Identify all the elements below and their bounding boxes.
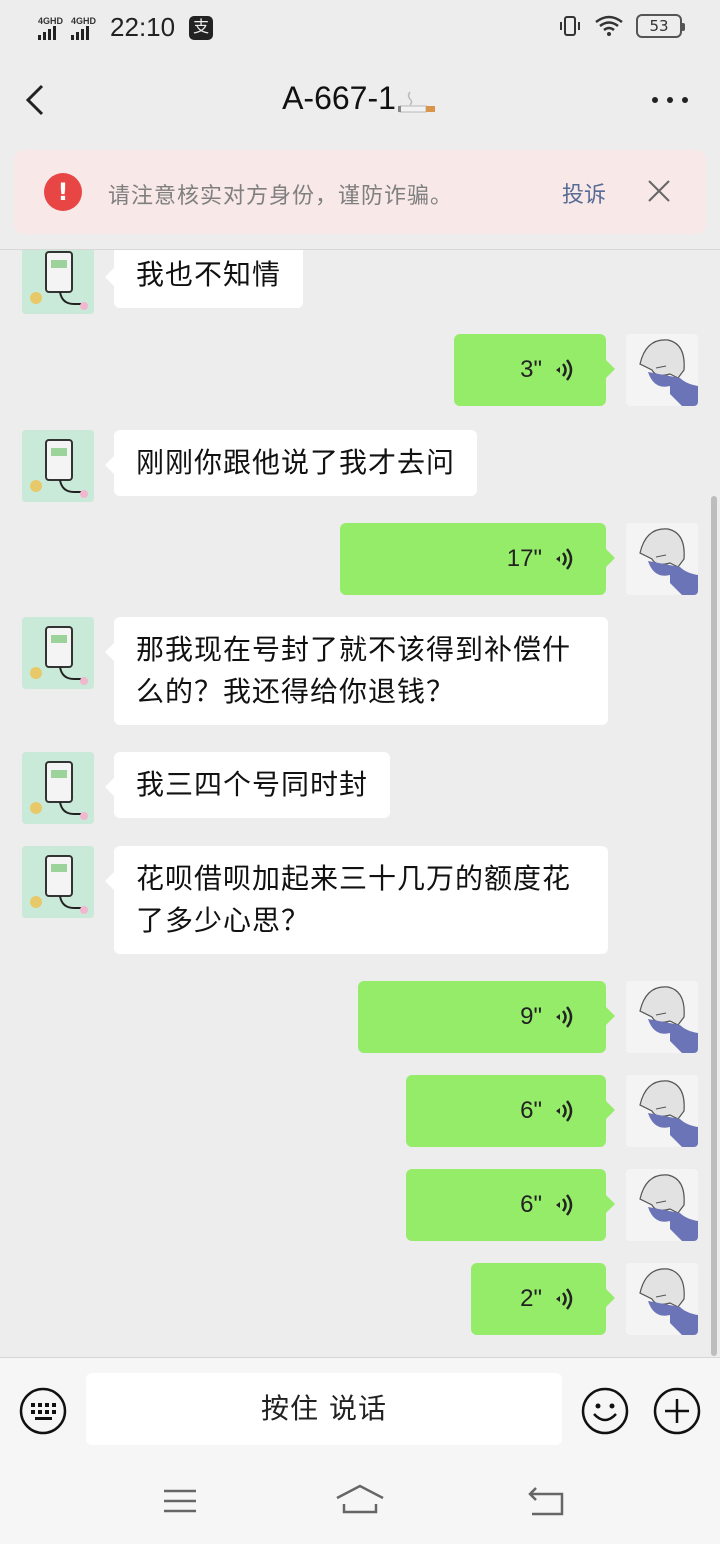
message-incoming: 刚刚你跟他说了我才去问 bbox=[0, 430, 720, 502]
message-bubble-text[interactable]: 那我现在号封了就不该得到补偿什 么的？我还得给你退钱？ bbox=[105, 617, 608, 725]
close-icon[interactable] bbox=[646, 178, 672, 204]
status-left: 4GHD 4GHD 22:10 支 bbox=[38, 12, 214, 43]
contact-avatar[interactable] bbox=[22, 752, 94, 824]
phone-sticker-icon bbox=[22, 617, 94, 689]
voice-message-bubble[interactable]: 3" bbox=[454, 334, 615, 406]
voice-wave-icon bbox=[556, 1288, 573, 1310]
my-avatar[interactable] bbox=[626, 981, 698, 1053]
my-avatar[interactable] bbox=[626, 1169, 698, 1241]
cigarette-icon bbox=[397, 91, 435, 112]
voice-wave-icon bbox=[556, 1100, 573, 1122]
anime-avatar-icon bbox=[626, 523, 698, 595]
message-line: 了多少心思？ bbox=[136, 904, 311, 937]
voice-duration: 3" bbox=[520, 356, 542, 383]
message-line: 那我现在号封了就不该得到补偿什 bbox=[136, 633, 572, 666]
warning-text: 请注意核实对方身份，谨防诈骗。 bbox=[108, 184, 454, 209]
phone-sticker-icon bbox=[22, 430, 94, 502]
my-avatar[interactable] bbox=[626, 334, 698, 406]
message-bubble-text[interactable]: 我三四个号同时封 bbox=[104, 752, 391, 818]
signal-1-icon: 4GHD bbox=[38, 16, 63, 40]
message-outgoing: 6" bbox=[0, 1075, 720, 1147]
message-outgoing: 3" bbox=[0, 334, 720, 406]
anime-avatar-icon bbox=[626, 1169, 698, 1241]
voice-duration: 9" bbox=[520, 1003, 542, 1030]
message-line: 花呗借呗加起来三十几万的额度花 bbox=[136, 862, 572, 895]
message-outgoing: 9" bbox=[0, 981, 720, 1053]
my-avatar[interactable] bbox=[626, 1075, 698, 1147]
phone-sticker-icon bbox=[22, 250, 94, 314]
signal-2-label: 4GHD bbox=[71, 15, 97, 26]
message-outgoing: 2" bbox=[0, 1263, 720, 1335]
back-icon[interactable] bbox=[526, 1484, 566, 1518]
message-bubble-text[interactable]: 刚刚你跟他说了我才去问 bbox=[104, 430, 478, 496]
status-bar: 4GHD 4GHD 22:10 支 53 bbox=[0, 0, 720, 58]
voice-message-bubble[interactable]: 9" bbox=[358, 981, 615, 1053]
voice-message-bubble[interactable]: 17" bbox=[340, 523, 615, 595]
keyboard-icon[interactable] bbox=[18, 1386, 68, 1436]
emoji-icon[interactable] bbox=[580, 1386, 630, 1436]
anime-avatar-icon bbox=[626, 981, 698, 1053]
phone-sticker-icon bbox=[22, 752, 94, 824]
status-time: 22:10 bbox=[110, 12, 176, 42]
message-outgoing: 6" bbox=[0, 1169, 720, 1241]
chat-title: A-667-1 bbox=[0, 80, 720, 117]
voice-duration: 2" bbox=[520, 1285, 542, 1312]
voice-duration: 6" bbox=[520, 1097, 542, 1124]
voice-wave-icon bbox=[556, 548, 573, 570]
signal-1-label: 4GHD bbox=[38, 15, 64, 26]
voice-duration: 17" bbox=[506, 545, 542, 572]
contact-avatar[interactable] bbox=[22, 846, 94, 918]
chat-title-text: A-667-1 bbox=[282, 80, 396, 116]
message-list[interactable]: 我也不知情 3" 刚刚你跟他说了我才去问 17" 那我现在号封了就不该得到补偿什… bbox=[0, 250, 720, 1357]
voice-wave-icon bbox=[556, 1194, 573, 1216]
battery-icon: 53 bbox=[636, 14, 685, 38]
voice-message-bubble[interactable]: 6" bbox=[406, 1169, 615, 1241]
signal-2-icon: 4GHD bbox=[71, 16, 96, 40]
hold-to-talk-button[interactable]: 按住 说话 bbox=[86, 1373, 562, 1445]
message-outgoing: 17" bbox=[0, 523, 720, 595]
message-incoming: 我也不知情 bbox=[0, 250, 720, 314]
vibrate-icon bbox=[560, 16, 580, 36]
anime-avatar-icon bbox=[626, 334, 698, 406]
plus-icon[interactable] bbox=[652, 1386, 702, 1436]
menu-icon[interactable] bbox=[162, 1486, 198, 1516]
voice-wave-icon bbox=[556, 1006, 573, 1028]
contact-avatar[interactable] bbox=[22, 430, 94, 502]
wifi-icon bbox=[595, 15, 623, 36]
scrollbar[interactable] bbox=[711, 496, 717, 1356]
input-bar: 按住 说话 bbox=[0, 1357, 720, 1462]
alipay-icon: 支 bbox=[189, 15, 214, 40]
my-avatar[interactable] bbox=[626, 1263, 698, 1335]
my-avatar[interactable] bbox=[626, 523, 698, 595]
nav-bar: A-667-1 bbox=[0, 58, 720, 144]
voice-wave-icon bbox=[556, 359, 573, 381]
system-navigation-bar bbox=[0, 1462, 720, 1544]
contact-avatar[interactable] bbox=[22, 617, 94, 689]
message-incoming: 我三四个号同时封 bbox=[0, 752, 720, 824]
fraud-warning-banner: ! 请注意核实对方身份，谨防诈骗。 投诉 bbox=[14, 150, 706, 234]
phone-sticker-icon bbox=[22, 846, 94, 918]
message-incoming: 那我现在号封了就不该得到补偿什 么的？我还得给你退钱？ bbox=[0, 617, 720, 729]
voice-message-bubble[interactable]: 2" bbox=[471, 1263, 615, 1335]
message-line: 么的？我还得给你退钱？ bbox=[136, 675, 456, 708]
contact-avatar[interactable] bbox=[22, 250, 94, 314]
voice-duration: 6" bbox=[520, 1191, 542, 1218]
more-dots-icon[interactable] bbox=[650, 94, 690, 106]
anime-avatar-icon bbox=[626, 1263, 698, 1335]
warning-icon: ! bbox=[44, 173, 82, 211]
home-icon[interactable] bbox=[334, 1482, 386, 1520]
anime-avatar-icon bbox=[626, 1075, 698, 1147]
message-incoming: 花呗借呗加起来三十几万的额度花 了多少心思？ bbox=[0, 846, 720, 958]
status-right: 53 bbox=[558, 14, 685, 38]
voice-message-bubble[interactable]: 6" bbox=[406, 1075, 615, 1147]
message-bubble-text[interactable]: 我也不知情 bbox=[104, 250, 304, 308]
message-bubble-text[interactable]: 花呗借呗加起来三十几万的额度花 了多少心思？ bbox=[105, 846, 608, 954]
report-link[interactable]: 投诉 bbox=[562, 177, 606, 209]
